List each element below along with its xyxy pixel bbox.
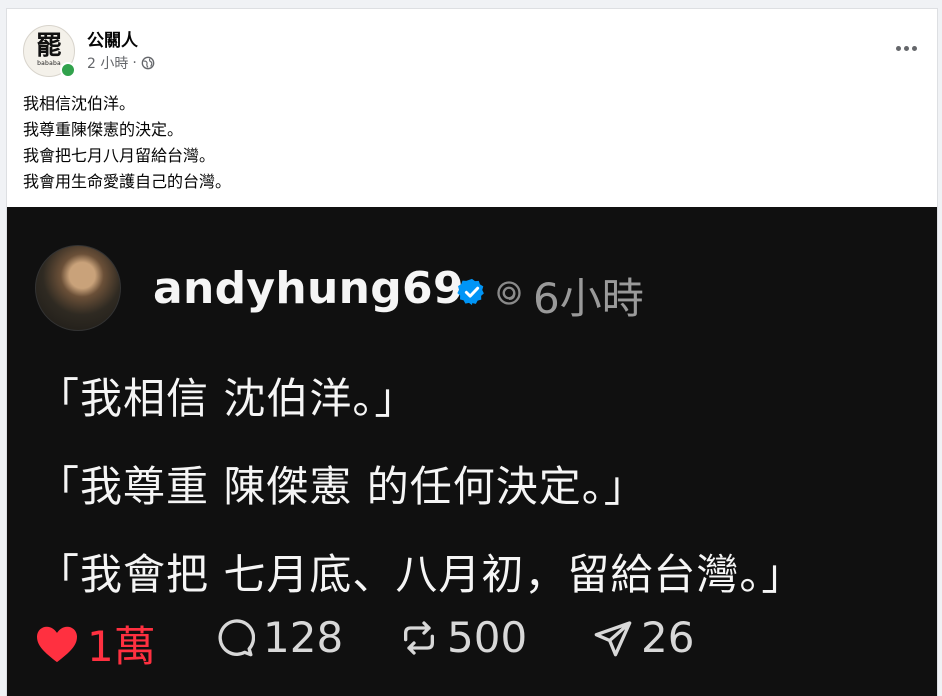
post-meta: 2 小時 · xyxy=(87,53,155,73)
threads-screenshot-image[interactable]: andyhung69 6小時 「我相信 沈伯洋。」 「我尊重 陳傑憲 的任何決定… xyxy=(7,207,937,696)
verified-icon xyxy=(457,278,484,306)
page-name-link[interactable]: 公關人 xyxy=(87,26,138,51)
globe-icon[interactable] xyxy=(141,56,155,70)
post-line: 我相信沈伯洋。 xyxy=(23,94,136,113)
threads-like-count: 1萬 xyxy=(35,613,156,674)
share-count: 26 xyxy=(641,613,695,662)
repost-count: 500 xyxy=(447,613,528,662)
avatar-logo-text: 罷 xyxy=(35,31,62,61)
threads-line: 「我相信 沈伯洋。」 xyxy=(37,374,418,423)
facebook-post-card: 罷 bababa 公關人 2 小時 · 我相信沈伯洋。 我尊重陳傑憲的決定。 我… xyxy=(6,8,938,696)
post-line: 我會用生命愛護自己的台灣。 xyxy=(23,172,232,191)
meta-separator: · xyxy=(132,55,137,71)
comment-count: 128 xyxy=(263,613,344,662)
threads-user-avatar xyxy=(35,245,121,331)
threads-username: andyhung69 xyxy=(153,263,464,314)
threads-icon xyxy=(497,281,521,305)
threads-line: 「我尊重 陳傑憲 的任何決定。」 xyxy=(37,462,647,511)
threads-share-count: 26 xyxy=(593,613,694,662)
threads-timestamp: 6小時 xyxy=(533,274,644,323)
more-options-button[interactable] xyxy=(889,35,923,61)
heart-icon xyxy=(37,626,77,662)
like-count: 1萬 xyxy=(87,622,156,671)
threads-comment-count: 128 xyxy=(215,613,343,662)
share-icon xyxy=(594,620,632,656)
post-body: 我相信沈伯洋。 我尊重陳傑憲的決定。 我會把七月八月留給台灣。 我會用生命愛護自… xyxy=(23,91,231,195)
post-line: 我會把七月八月留給台灣。 xyxy=(23,146,216,165)
threads-repost-count: 500 xyxy=(399,613,527,662)
online-status-indicator xyxy=(60,62,76,78)
threads-line: 「我會把 七月底、八月初，留給台灣。」 xyxy=(37,550,805,599)
post-line: 我尊重陳傑憲的決定。 xyxy=(23,120,184,139)
comment-icon xyxy=(218,618,255,656)
repost-icon xyxy=(404,620,434,655)
more-icon xyxy=(895,45,901,51)
post-timestamp[interactable]: 2 小時 xyxy=(87,53,128,73)
